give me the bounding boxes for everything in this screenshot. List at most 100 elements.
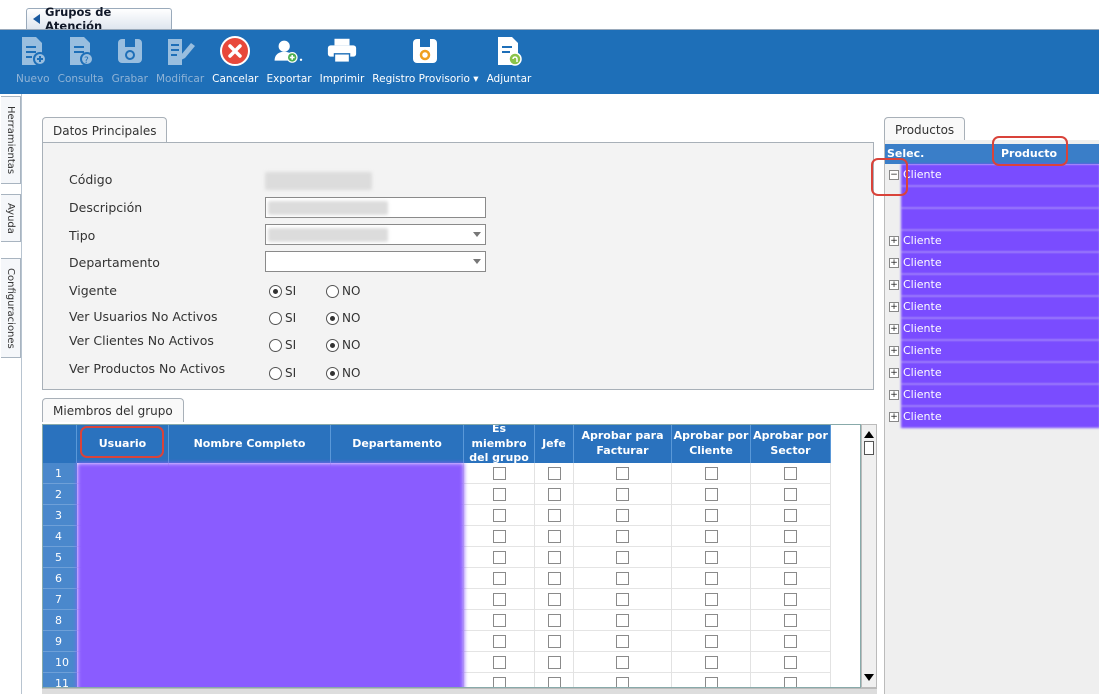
expand-icon[interactable]: + <box>889 390 899 400</box>
checkbox[interactable] <box>616 593 629 606</box>
checkbox[interactable] <box>492 488 506 501</box>
checkbox[interactable] <box>492 467 506 480</box>
scroll-up-icon[interactable] <box>864 431 874 438</box>
checkbox-cell[interactable] <box>464 631 535 652</box>
checkbox-cell[interactable] <box>672 547 751 568</box>
checkbox[interactable] <box>492 635 506 648</box>
expand-icon[interactable]: + <box>889 324 899 334</box>
checkbox[interactable] <box>547 488 561 501</box>
checkbox-cell[interactable] <box>535 526 574 547</box>
checkbox-cell[interactable] <box>751 673 831 687</box>
checkbox[interactable] <box>784 614 797 627</box>
expand-icon[interactable]: + <box>889 368 899 378</box>
expand-icon[interactable]: + <box>889 280 899 290</box>
grabar-button[interactable]: Grabar <box>112 30 148 85</box>
checkbox-cell[interactable] <box>464 568 535 589</box>
ver-usuarios-no-radio[interactable]: NO <box>326 311 360 325</box>
tree-item[interactable]: + Cliente <box>885 252 1099 274</box>
checkbox[interactable] <box>704 656 718 669</box>
checkbox[interactable] <box>492 572 506 585</box>
exportar-button[interactable]: Exportar <box>266 30 312 85</box>
checkbox-cell[interactable] <box>751 526 831 547</box>
registro-provisorio-button[interactable]: Registro Provisorio ▾ <box>372 30 479 85</box>
side-tab-configuraciones[interactable]: Configuraciones <box>1 258 21 358</box>
imprimir-button[interactable]: Imprimir <box>320 30 364 85</box>
checkbox-cell[interactable] <box>574 589 672 610</box>
checkbox-cell[interactable] <box>535 589 574 610</box>
checkbox[interactable] <box>704 488 718 501</box>
checkbox[interactable] <box>492 509 506 522</box>
checkbox[interactable] <box>784 635 797 648</box>
expand-icon[interactable]: + <box>889 236 899 246</box>
col-nombre-completo[interactable]: Nombre Completo <box>169 425 331 463</box>
checkbox[interactable] <box>492 614 506 627</box>
checkbox[interactable] <box>784 572 797 585</box>
checkbox-cell[interactable] <box>535 673 574 687</box>
checkbox[interactable] <box>784 593 797 606</box>
checkbox-cell[interactable] <box>574 652 672 673</box>
checkbox[interactable] <box>492 593 506 606</box>
vigente-no-radio[interactable]: NO <box>326 284 360 298</box>
checkbox-cell[interactable] <box>535 610 574 631</box>
checkbox[interactable] <box>492 551 506 564</box>
checkbox-cell[interactable] <box>672 463 751 484</box>
checkbox-cell[interactable] <box>535 652 574 673</box>
checkbox-cell[interactable] <box>672 505 751 526</box>
checkbox-cell[interactable] <box>464 547 535 568</box>
tree-item[interactable]: + Cliente <box>885 340 1099 362</box>
checkbox-cell[interactable] <box>535 484 574 505</box>
checkbox-cell[interactable] <box>464 652 535 673</box>
checkbox[interactable] <box>784 488 797 501</box>
ver-clientes-no-radio[interactable]: NO <box>326 338 360 352</box>
ver-usuarios-si-radio[interactable]: SI <box>269 311 296 325</box>
checkbox[interactable] <box>784 551 797 564</box>
checkbox-cell[interactable] <box>535 568 574 589</box>
checkbox-cell[interactable] <box>574 568 672 589</box>
checkbox-cell[interactable] <box>751 652 831 673</box>
checkbox-cell[interactable] <box>574 631 672 652</box>
checkbox[interactable] <box>784 509 797 522</box>
side-tab-herramientas[interactable]: Herramientas <box>1 96 21 184</box>
checkbox[interactable] <box>547 530 561 543</box>
ver-productos-no-radio[interactable]: NO <box>326 366 360 380</box>
side-tab-ayuda[interactable]: Ayuda <box>1 194 21 242</box>
checkbox[interactable] <box>784 656 797 669</box>
checkbox-cell[interactable] <box>574 526 672 547</box>
descripcion-field[interactable] <box>265 197 486 218</box>
checkbox[interactable] <box>492 530 506 543</box>
checkbox[interactable] <box>547 656 561 669</box>
checkbox-cell[interactable] <box>464 484 535 505</box>
checkbox[interactable] <box>547 635 561 648</box>
checkbox[interactable] <box>547 572 561 585</box>
expand-icon[interactable]: + <box>889 302 899 312</box>
checkbox[interactable] <box>704 467 718 480</box>
expand-icon[interactable]: + <box>889 412 899 422</box>
checkbox[interactable] <box>547 593 561 606</box>
grid-horizontal-scrollbar[interactable] <box>42 688 877 694</box>
checkbox-cell[interactable] <box>535 547 574 568</box>
checkbox-cell[interactable] <box>672 610 751 631</box>
checkbox-cell[interactable] <box>672 631 751 652</box>
ver-productos-si-radio[interactable]: SI <box>269 366 296 380</box>
grid-vertical-scrollbar[interactable] <box>861 424 877 688</box>
checkbox-cell[interactable] <box>464 505 535 526</box>
checkbox-cell[interactable] <box>751 547 831 568</box>
checkbox[interactable] <box>784 530 797 543</box>
nuevo-button[interactable]: Nuevo <box>16 30 50 85</box>
checkbox-cell[interactable] <box>574 673 672 687</box>
departamento-select[interactable] <box>265 251 486 272</box>
tipo-select[interactable] <box>265 224 486 245</box>
checkbox-cell[interactable] <box>574 484 672 505</box>
checkbox-cell[interactable] <box>574 505 672 526</box>
checkbox[interactable] <box>547 509 561 522</box>
checkbox-cell[interactable] <box>751 589 831 610</box>
checkbox-cell[interactable] <box>751 610 831 631</box>
checkbox[interactable] <box>492 656 506 669</box>
checkbox-cell[interactable] <box>751 484 831 505</box>
checkbox[interactable] <box>616 551 629 564</box>
checkbox[interactable] <box>616 467 629 480</box>
checkbox[interactable] <box>616 635 629 648</box>
checkbox-cell[interactable] <box>574 547 672 568</box>
checkbox[interactable] <box>616 488 629 501</box>
checkbox-cell[interactable] <box>464 589 535 610</box>
